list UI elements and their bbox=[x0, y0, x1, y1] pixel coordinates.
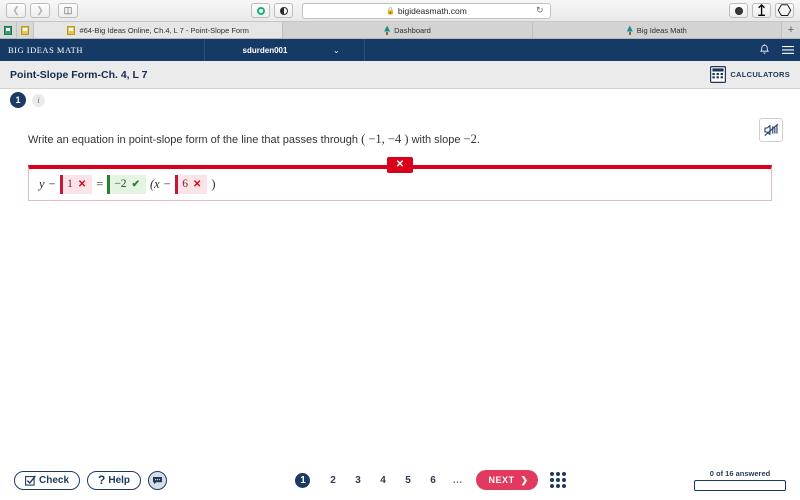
question-mark-icon: ? bbox=[98, 473, 106, 487]
page-button-1[interactable]: 1 bbox=[295, 472, 311, 488]
help-button[interactable]: ? Help bbox=[87, 470, 142, 490]
reload-icon[interactable]: ↻ bbox=[536, 5, 544, 16]
chevron-down-icon[interactable]: ⌄ bbox=[325, 39, 365, 61]
chat-bubble-icon[interactable] bbox=[148, 470, 168, 490]
app-root: ❮ ❯ ◫ 🔒 bigideasmath.com ↻ ↥ ⎔ #64-Big I… bbox=[0, 0, 800, 500]
equation-open-paren: (x − bbox=[149, 176, 172, 191]
audio-muted-icon[interactable] bbox=[759, 118, 783, 142]
help-label: Help bbox=[108, 474, 131, 486]
back-icon[interactable]: ❮ bbox=[6, 3, 26, 18]
pagination-ellipsis: … bbox=[452, 474, 464, 486]
share-icon[interactable]: ↥ bbox=[752, 3, 772, 20]
info-icon[interactable]: i bbox=[32, 93, 45, 107]
browser-toolbar: ❮ ❯ ◫ 🔒 bigideasmath.com ↻ ↥ ⎔ bbox=[0, 0, 800, 22]
page-button-5[interactable]: 5 bbox=[395, 475, 420, 486]
chevron-right-icon: ❯ bbox=[520, 474, 529, 485]
prompt-period: . bbox=[476, 134, 480, 146]
browser-tab-0[interactable]: #64-Big Ideas Online, Ch.4, L 7 - Point-… bbox=[34, 22, 284, 38]
progress-bar bbox=[694, 480, 786, 491]
cross-icon: ✕ bbox=[77, 178, 87, 190]
answer-area: ✕ y − 1 ✕ = −2 ✔ (x − 6 ✕) bbox=[28, 156, 772, 201]
bell-icon-svg bbox=[759, 44, 769, 54]
next-label: NEXT bbox=[488, 475, 515, 485]
grid-dots-icon[interactable] bbox=[549, 472, 566, 488]
page-title: Point-Slope Form-Ch. 4, L 7 bbox=[10, 68, 148, 81]
equation-lhs: y − bbox=[39, 176, 57, 191]
progress-label: 0 of 16 answered bbox=[709, 469, 771, 478]
tab-label: #64-Big Ideas Online, Ch.4, L 7 - Point-… bbox=[79, 25, 249, 35]
green-circle-icon[interactable] bbox=[251, 3, 271, 18]
answer-field-3[interactable]: 6 ✕ bbox=[175, 174, 208, 194]
question-number-badge: 1 bbox=[10, 92, 26, 108]
app-logo[interactable]: BIG IDEAS MATH bbox=[0, 39, 205, 61]
tree-favicon-icon bbox=[384, 26, 390, 35]
problem-prompt: Write an equation in point-slope form of… bbox=[28, 131, 772, 149]
assignment-header: Point-Slope Form-Ch. 4, L 7 CALCULATORS bbox=[0, 61, 800, 89]
question-indicator-row: 1 i bbox=[0, 89, 800, 111]
lock-icon: 🔒 bbox=[386, 7, 395, 15]
page-button-4[interactable]: 4 bbox=[370, 475, 395, 486]
calculator-icon bbox=[710, 66, 727, 83]
hamburger-menu-icon[interactable] bbox=[776, 39, 800, 61]
browser-tab-2[interactable]: Big Ideas Math bbox=[532, 22, 782, 38]
bookmark-green-icon[interactable] bbox=[0, 22, 17, 38]
username-label[interactable]: sdurden001 bbox=[205, 39, 325, 61]
bottom-toolbar: Check ? Help 1 2 3 4 5 6 … NEXT ❯ 0 of 1… bbox=[0, 460, 800, 500]
new-tab-icon[interactable]: ⎔ bbox=[775, 3, 795, 20]
forward-icon[interactable]: ❯ bbox=[30, 3, 50, 18]
download-icon[interactable] bbox=[729, 3, 749, 18]
contrast-icon[interactable] bbox=[274, 3, 294, 18]
prompt-slope: −2 bbox=[463, 132, 477, 146]
equation-close-paren: ) bbox=[211, 176, 216, 191]
browser-tab-1[interactable]: Dashboard bbox=[283, 22, 533, 38]
page-button-2[interactable]: 2 bbox=[320, 475, 345, 486]
chat-bubble-icon-svg bbox=[153, 476, 163, 484]
checkbox-icon bbox=[25, 474, 36, 486]
page-button-3[interactable]: 3 bbox=[345, 475, 370, 486]
answer-field-1-value: 1 bbox=[67, 178, 73, 190]
prompt-point: ( −1, −4 ) bbox=[361, 132, 409, 146]
equation-equals: = bbox=[96, 176, 104, 191]
status-badge: ✕ bbox=[387, 156, 413, 173]
address-bar[interactable]: 🔒 bigideasmath.com ↻ bbox=[302, 2, 551, 19]
new-tab-button[interactable]: + bbox=[782, 22, 800, 38]
calculators-button[interactable]: CALCULATORS bbox=[710, 66, 790, 83]
url-text: bigideasmath.com bbox=[397, 5, 467, 16]
hamburger-icon-svg bbox=[782, 46, 794, 54]
tree-favicon-icon bbox=[627, 26, 633, 35]
sidebar-icon[interactable]: ◫ bbox=[58, 3, 78, 18]
check-button[interactable]: Check bbox=[14, 470, 81, 490]
answer-field-2[interactable]: −2 ✔ bbox=[107, 174, 146, 194]
cross-icon: ✕ bbox=[192, 178, 202, 190]
bookmark-yellow-icon[interactable] bbox=[17, 22, 34, 38]
equation-row: y − 1 ✕ = −2 ✔ (x − 6 ✕ ) bbox=[35, 174, 220, 194]
answer-field-2-value: −2 bbox=[114, 178, 127, 190]
app-navbar: BIG IDEAS MATH sdurden001 ⌄ bbox=[0, 39, 800, 61]
check-label: Check bbox=[39, 474, 70, 486]
tab-favicon-icon bbox=[67, 25, 76, 35]
browser-tab-strip: #64-Big Ideas Online, Ch.4, L 7 - Point-… bbox=[0, 22, 800, 39]
answer-field-3-value: 6 bbox=[182, 178, 188, 190]
prompt-text-part1: Write an equation in point-slope form of… bbox=[28, 134, 358, 146]
navbar-spacer bbox=[365, 39, 752, 61]
tab-label: Dashboard bbox=[394, 25, 431, 35]
calculators-label: CALCULATORS bbox=[730, 70, 790, 79]
audio-muted-icon-svg bbox=[763, 123, 778, 137]
page-button-6[interactable]: 6 bbox=[420, 475, 445, 486]
next-button[interactable]: NEXT ❯ bbox=[476, 470, 538, 490]
problem-area: Write an equation in point-slope form of… bbox=[0, 111, 800, 201]
answer-field-1[interactable]: 1 ✕ bbox=[60, 174, 93, 194]
bell-icon[interactable] bbox=[752, 39, 776, 61]
check-icon: ✔ bbox=[131, 178, 140, 190]
tab-label: Big Ideas Math bbox=[636, 25, 687, 35]
prompt-text-part2: with slope bbox=[411, 134, 461, 146]
pagination: 1 2 3 4 5 6 … NEXT ❯ bbox=[295, 470, 566, 490]
progress-indicator: 0 of 16 answered bbox=[694, 469, 786, 491]
